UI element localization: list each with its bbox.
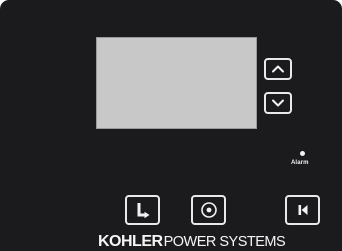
up-button[interactable] — [264, 58, 292, 80]
return-button[interactable] — [125, 195, 160, 225]
select-button[interactable] — [191, 195, 226, 225]
chevron-down-icon — [272, 99, 284, 107]
return-arrow-icon — [137, 203, 149, 219]
brand-subtitle: POWER SYSTEMS — [163, 234, 286, 250]
select-circle-icon — [200, 202, 217, 218]
lcd-display — [96, 37, 257, 129]
home-icon — [298, 205, 307, 215]
home-button[interactable] — [285, 195, 320, 225]
alarm-led — [300, 151, 305, 156]
alarm-label: Alarm — [291, 160, 309, 166]
kohler-logo: KOHLERPOWER SYSTEMS — [98, 233, 286, 251]
brand-name: KOHLER — [98, 233, 163, 250]
down-button[interactable] — [264, 92, 292, 114]
controller-panel: Alarm KOHLERPOWER SYSTEMS — [0, 0, 342, 251]
chevron-up-icon — [272, 65, 284, 73]
